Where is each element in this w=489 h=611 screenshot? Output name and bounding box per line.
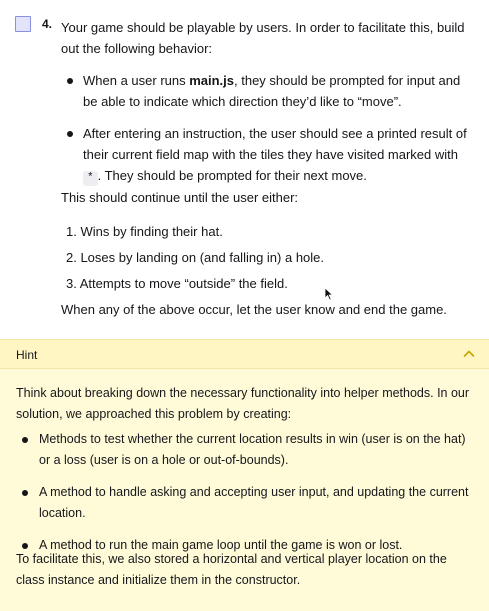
list-item: 2. Loses by landing on (and falling in) … [66,250,325,265]
list-item: 1. Wins by finding their hat. [66,224,223,239]
task-intro: Your game should be playable by users. I… [61,20,465,56]
bullet-text: . They should be prompted for their next… [97,168,367,183]
list-item: Methods to test whether the current loca… [22,429,472,471]
task-number: 4. [42,17,53,31]
mouse-pointer-icon [324,287,334,301]
filename-code: main.js [189,73,235,88]
bullet-dot [67,78,73,84]
hint-panel: Hint Think about breaking down the neces… [0,339,489,611]
end-conditions-list: 1. Wins by finding their hat. 2. Loses b… [66,219,324,297]
bullet-dot [22,437,28,443]
chevron-up-icon[interactable] [463,348,475,360]
hint-intro: Think about breaking down the necessary … [16,386,470,421]
bullet-text: When a user runs [83,73,190,88]
bullet-dot [22,490,28,496]
hint-header[interactable]: Hint [0,339,489,369]
continue-text: This should continue until the user eith… [61,190,299,205]
bullet-dot [67,131,73,137]
hint-title: Hint [16,348,38,362]
list-item: When a user runs main.js, they should be… [66,70,471,112]
bullet-text: After entering an instruction, the user … [83,126,467,162]
bullet-text: Methods to test whether the current loca… [39,432,466,467]
hint-closing: To facilitate this, we also stored a hor… [16,552,447,587]
bullet-text: A method to handle asking and accepting … [39,485,469,520]
list-item: 3. Attempts to move “outside” the field. [66,276,288,291]
list-item: After entering an instruction, the user … [66,123,471,186]
behavior-list: When a user runs main.js, they should be… [66,70,471,186]
hint-list: Methods to test whether the current loca… [22,429,472,556]
task-item: 4. Your game should be playable by users… [0,0,489,317]
list-item: A method to handle asking and accepting … [22,482,472,524]
task-checkbox[interactable] [15,16,31,32]
path-glyph-code: * [83,171,98,186]
closing-text: When any of the above occur, let the use… [61,302,447,317]
